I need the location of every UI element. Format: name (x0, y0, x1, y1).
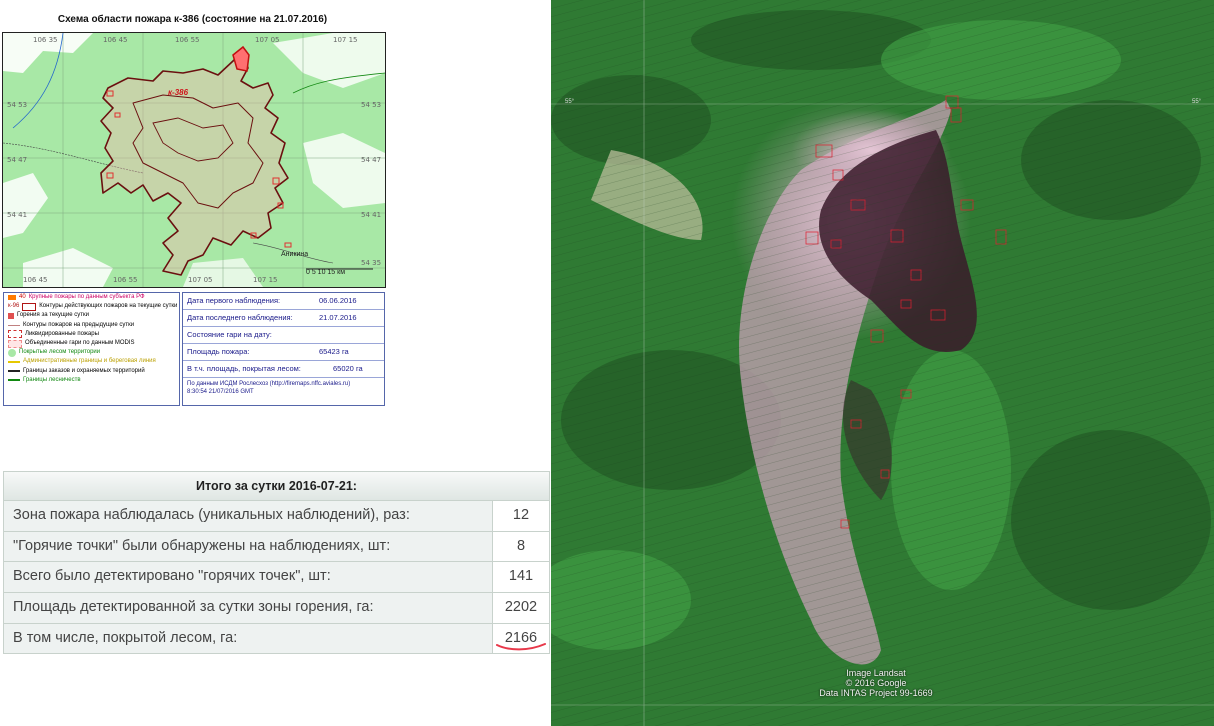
coord-bottom-1: 106 45 (23, 276, 48, 284)
forest-area-label: В т.ч. площадь, покрытая лесом: (187, 364, 301, 373)
table-row: "Горячие точки" были обнаружены на наблю… (4, 531, 549, 563)
legend-swatch (8, 370, 20, 373)
last-observation-row: Дата последнего наблюдения: 21.07.2016 (183, 310, 384, 327)
row-value: 8 (493, 531, 549, 562)
legend-label: Крупные пожары по данным субъекта РФ (28, 294, 145, 300)
legend-item: к-96 Контуры действующих пожаров на текущ… (4, 302, 179, 311)
table-row: В том числе, покрытой лесом, га: 2166 (4, 623, 549, 654)
coord-top-5: 107 15 (333, 36, 358, 44)
legend-swatch (8, 313, 14, 319)
legend-label: Границы лесничеств (23, 376, 81, 383)
table-row: Всего было детектировано "горячих точек"… (4, 562, 549, 594)
legend-item: Покрытые лесом территории (4, 348, 179, 357)
fire-area-label: Площадь пожара: (187, 347, 250, 356)
coord-bottom-2: 106 55 (113, 276, 138, 284)
satellite-imagery (551, 0, 1214, 726)
first-observation-row: Дата первого наблюдения: 06.06.2016 (183, 293, 384, 310)
legend-label: Административные границы и береговая лин… (23, 358, 156, 365)
forest-area-row: В т.ч. площадь, покрытая лесом: 65020 га (183, 361, 384, 378)
coord-right-2: 54 47 (361, 156, 382, 164)
row-label: Зона пожара наблюдалась (уникальных набл… (4, 501, 493, 531)
fire-id-label: к-386 (168, 88, 189, 97)
legend-item: Объединенные гари по данным MODIS (4, 339, 179, 348)
legend-swatch (8, 339, 22, 348)
credit-line-2: © 2016 Google (845, 678, 907, 688)
row-label: Всего было детектировано "горячих точек"… (4, 562, 493, 593)
coord-bottom-3: 107 05 (188, 276, 213, 284)
legend-item: Границы заказов и охраняемых территорий (4, 367, 179, 376)
data-source-note: По данным ИСДМ Рослесхоз (http://firemap… (183, 378, 384, 396)
sat-coord-right: 55° (1192, 99, 1202, 105)
coord-left-2: 54 47 (7, 156, 28, 164)
legend-swatch (8, 330, 22, 339)
coord-right-4: 54 35 (361, 259, 382, 267)
daily-summary-table: Итого за сутки 2016-07-21: Зона пожара н… (3, 471, 550, 655)
fire-scheme-map[interactable]: 106 35 106 45 106 55 107 05 107 15 54 53… (2, 32, 386, 288)
row-value: 12 (493, 501, 549, 531)
last-observation-value: 21.07.2016 (319, 313, 357, 322)
first-observation-label: Дата первого наблюдения: (187, 296, 281, 305)
fire-area-row: Площадь пожара: 65423 га (183, 344, 384, 361)
first-observation-value: 06.06.2016 (319, 296, 357, 305)
satellite-image[interactable]: 55° 55° Image Landsat © 2016 Google Data… (551, 0, 1214, 726)
legend-item: 40 Крупные пожары по данным субъекта РФ (4, 293, 179, 302)
legend-swatch (22, 302, 37, 311)
sat-coord-left: 55° (565, 99, 575, 105)
legend-item: Ликвидированные пожары (4, 330, 179, 339)
coord-left-3: 54 41 (7, 211, 28, 219)
fire-info-panel: Дата первого наблюдения: 06.06.2016 Дата … (182, 292, 385, 406)
legend-prefix: 40 (19, 294, 26, 300)
legend-label: Контуры действующих пожаров на текущие с… (39, 303, 178, 310)
summary-header: Итого за сутки 2016-07-21: (4, 472, 549, 501)
forest-area-value: 65020 га (333, 364, 363, 373)
map-legend: 40 Крупные пожары по данным субъекта РФ к… (3, 292, 180, 406)
row-label: "Горячие точки" были обнаружены на наблю… (4, 531, 493, 562)
coord-top-1: 106 35 (33, 36, 58, 44)
scheme-map-graphics (3, 33, 385, 287)
legend-item: Административные границы и береговая лин… (4, 357, 179, 366)
legend-swatch (8, 379, 20, 382)
scale-bar-label: 0 5 10 15 км (306, 269, 346, 276)
legend-label: Границы заказов и охраняемых территорий (23, 367, 145, 374)
row-value: 141 (493, 562, 549, 593)
legend-prefix: к-96 (8, 303, 20, 310)
coord-top-2: 106 45 (103, 36, 128, 44)
coord-top-4: 107 05 (255, 36, 280, 44)
legend-label: Покрытые лесом территории (19, 349, 101, 356)
credit-line-3: Data INTAS Project 99-1669 (819, 688, 933, 698)
imagery-credit: Image Landsat © 2016 Google Data INTAS P… (781, 668, 971, 698)
legend-swatch (8, 324, 20, 326)
highlight-underline (496, 643, 546, 651)
row-label: В том числе, покрытой лесом, га: (4, 623, 493, 654)
burn-state-label: Состояние гари на дату: (187, 330, 272, 339)
legend-item: Горения за текущие сутки (4, 311, 179, 320)
table-row: Площадь детектированной за сутки зоны го… (4, 593, 549, 624)
coord-right-1: 54 53 (361, 101, 382, 109)
legend-label: Контуры пожаров на предыдущие сутки (23, 321, 135, 328)
data-source-text: По данным ИСДМ Рослесхоз (http://firemap… (187, 381, 351, 387)
fire-area-value: 65423 га (319, 347, 349, 356)
row-label: Площадь детектированной за сутки зоны го… (4, 593, 493, 623)
coord-bottom-4: 107 15 (253, 276, 278, 284)
legend-swatch (8, 295, 16, 301)
legend-label: Ликвидированные пожары (25, 330, 99, 337)
legend-swatch (8, 361, 20, 364)
legend-label: Горения за текущие сутки (17, 312, 89, 319)
coord-left-1: 54 53 (7, 101, 28, 109)
credit-line-1: Image Landsat (846, 668, 906, 678)
coord-top-3: 106 55 (175, 36, 200, 44)
legend-item: Границы лесничеств (4, 376, 179, 385)
legend-item: Контуры пожаров на предыдущие сутки (4, 321, 179, 330)
town-label: Аникина (281, 251, 309, 258)
data-timestamp: 8:30:54 21/07/2016 GMT (187, 389, 254, 395)
scheme-title: Схема области пожара к-386 (состояние на… (57, 14, 328, 25)
row-value: 2202 (493, 593, 549, 623)
legend-swatch (8, 348, 16, 357)
coord-right-3: 54 41 (361, 211, 382, 219)
burn-state-row: Состояние гари на дату: (183, 327, 384, 344)
table-row: Зона пожара наблюдалась (уникальных набл… (4, 501, 549, 532)
last-observation-label: Дата последнего наблюдения: (187, 313, 293, 322)
legend-label: Объединенные гари по данным MODIS (25, 340, 135, 347)
